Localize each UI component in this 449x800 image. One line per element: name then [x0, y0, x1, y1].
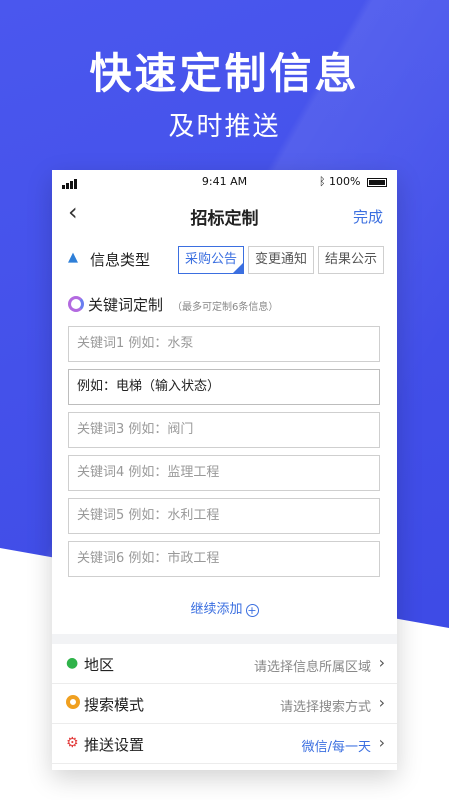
- keyword-input-4[interactable]: 关键词4 例如：监理工程: [68, 455, 380, 491]
- chip-result-notice[interactable]: 结果公示: [318, 246, 385, 274]
- setting-search-mode[interactable]: 搜索模式 请选择搜索方式 ›: [52, 684, 397, 724]
- keyword-icon: [68, 296, 84, 312]
- done-button[interactable]: 完成: [353, 206, 383, 227]
- notice-icon: ▲: [68, 250, 78, 265]
- status-bar: 9:41 AM ᛒ 100%: [52, 170, 397, 192]
- status-right: ᛒ 100%: [319, 175, 387, 188]
- chevron-right-icon: ›: [378, 693, 385, 712]
- keyword-title: 关键词定制: [88, 296, 164, 314]
- location-pin-icon: ●: [66, 655, 79, 671]
- chevron-right-icon: ›: [378, 653, 385, 672]
- keyword-input-5[interactable]: 关键词5 例如：水利工程: [68, 498, 380, 534]
- keyword-input-2[interactable]: 例如：电梯（输入状态）: [68, 369, 380, 405]
- phone-screen: 9:41 AM ᛒ 100% ‹ 招标定制 完成 ▲ 信息类型 采购公告 变更通…: [52, 170, 397, 770]
- hero-headline: 快速定制信息: [89, 49, 360, 98]
- setting-value: 微信/每一天: [301, 740, 371, 755]
- info-type-row: ▲ 信息类型 采购公告 变更通知 结果公示: [68, 244, 388, 276]
- setting-label: 推送设置: [84, 736, 145, 754]
- setting-value: 请选择搜索方式: [279, 700, 371, 715]
- page-title: 招标定制: [190, 209, 259, 229]
- nav-bar: ‹ 招标定制 完成: [52, 194, 397, 234]
- keyword-input-3[interactable]: 关键词3 例如：阀门: [68, 412, 380, 448]
- setting-label: 搜索模式: [84, 696, 145, 714]
- chip-procurement-notice[interactable]: 采购公告: [178, 246, 245, 274]
- keyword-input-6[interactable]: 关键词6 例如：市政工程: [68, 541, 380, 577]
- setting-value: 请选择信息所属区域: [253, 660, 371, 675]
- section-divider: [52, 634, 397, 644]
- gear-icon: ⚙: [66, 735, 79, 751]
- add-more-button[interactable]: 继续添加 +: [52, 598, 397, 617]
- ring-icon: [66, 695, 80, 711]
- plus-circle-icon: +: [245, 604, 259, 617]
- hero-subline: 及时推送: [168, 112, 281, 142]
- info-type-label: 信息类型: [90, 251, 151, 269]
- bluetooth-icon: ᛒ: [318, 175, 326, 188]
- chip-change-notice[interactable]: 变更通知: [248, 246, 315, 274]
- battery-percent: 100%: [329, 175, 361, 188]
- setting-region[interactable]: ● 地区 请选择信息所属区域 ›: [52, 644, 397, 684]
- battery-icon: [367, 177, 387, 187]
- chevron-right-icon: ›: [378, 733, 385, 752]
- keyword-input-1[interactable]: 关键词1 例如：水泵: [68, 326, 380, 362]
- setting-push[interactable]: ⚙ 推送设置 微信/每一天 ›: [52, 724, 397, 764]
- add-more-label: 继续添加: [190, 602, 243, 617]
- keyword-note: （最多可定制6条信息）: [172, 302, 279, 313]
- setting-label: 地区: [84, 656, 115, 674]
